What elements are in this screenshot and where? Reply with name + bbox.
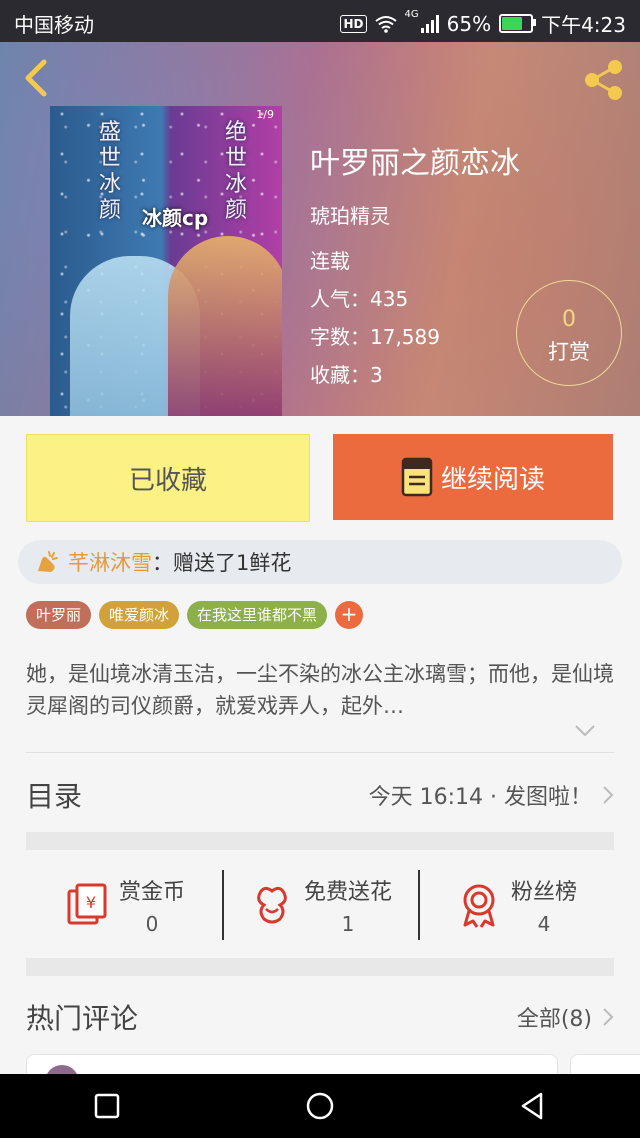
book-popularity: 人气：435 <box>310 287 409 311</box>
clock: 下午4:23 <box>541 13 626 37</box>
reward-label: 打赏 <box>548 340 590 364</box>
cover-figure-right <box>168 236 282 416</box>
book-word-count: 字数：17,589 <box>310 325 440 349</box>
flower-icon <box>257 886 287 924</box>
svg-text:¥: ¥ <box>86 893 96 912</box>
book-status: 连载 <box>310 249 350 273</box>
cover-text-right: 绝世冰颜 <box>224 120 247 223</box>
cover-text-left: 盛世冰颜 <box>98 120 121 223</box>
medal-icon <box>463 884 495 928</box>
battery-fill <box>502 17 522 30</box>
signal-icon <box>420 14 439 33</box>
catalog-row[interactable]: 目录 今天 16:14 · 发图啦！ <box>26 768 614 822</box>
gift-notice: 芊淋沐雪 ：赠送了1鲜花 <box>18 540 622 584</box>
book-cover[interactable]: 盛世冰颜 绝世冰颜 冰颜cp 1/9 <box>50 106 282 416</box>
gift-message: ：赠送了1鲜花 <box>152 551 292 575</box>
stat-coins[interactable]: ¥ 赏金币 0 <box>26 864 222 946</box>
stats-bar: ¥ 赏金币 0 免费送花 1 粉丝榜 4 <box>26 864 614 946</box>
back-nav-icon[interactable] <box>517 1090 549 1122</box>
stat-fans[interactable]: 粉丝榜 4 <box>418 864 614 946</box>
hd-icon: HD <box>340 14 367 33</box>
stat-value: 4 <box>537 912 551 936</box>
expand-chevron-icon[interactable] <box>574 724 596 738</box>
book-icon <box>401 457 433 497</box>
comments-all-link: 全部(8) <box>516 1007 592 1032</box>
comments-title: 热门评论 <box>26 1002 139 1035</box>
section-separator <box>26 832 614 850</box>
tag-list: 叶罗丽 唯爱颜冰 在我这里谁都不黑 + <box>26 601 364 629</box>
cover-text-middle: 冰颜cp <box>142 206 209 230</box>
carrier-name: 中国移动 <box>14 13 94 37</box>
catalog-latest: 今天 16:14 · 发图啦！ <box>368 785 592 810</box>
continue-reading-label: 继续阅读 <box>440 464 545 495</box>
cover-page-indicator: 1/9 <box>256 108 274 121</box>
favorited-label: 已收藏 <box>128 465 207 496</box>
wifi-icon <box>374 15 397 33</box>
reward-button[interactable]: 0 打赏 <box>516 280 622 386</box>
stat-label: 粉丝榜 <box>510 880 577 905</box>
section-separator <box>26 958 614 976</box>
reward-count: 0 <box>562 307 576 332</box>
stat-flowers[interactable]: 免费送花 1 <box>222 864 418 946</box>
chevron-right-icon <box>603 1008 614 1026</box>
stat-label: 赏金币 <box>118 880 185 905</box>
battery-icon <box>499 14 537 33</box>
system-nav-bar <box>0 1074 640 1138</box>
network-type: 4G <box>404 9 419 20</box>
home-icon[interactable] <box>304 1090 336 1122</box>
status-icons: HD 4G 65% 下午4:23 <box>340 9 626 38</box>
favorited-button[interactable]: 已收藏 <box>26 434 310 522</box>
gift-user[interactable]: 芊淋沐雪 <box>68 547 152 577</box>
book-favorites: 收藏：3 <box>310 363 383 387</box>
share-icon[interactable] <box>582 58 626 102</box>
status-bar: 中国移动 HD 4G 65% 下午4:23 <box>0 0 640 42</box>
stat-value: 1 <box>341 912 355 936</box>
stat-label: 免费送花 <box>303 880 392 905</box>
red-envelope-icon: ¥ <box>67 883 107 925</box>
book-description: 她，是仙境冰清玉洁，一尘不染的冰公主冰璃雪；而他，是仙境灵犀阁的司仪颜爵，就爱戏… <box>26 662 614 718</box>
book-author[interactable]: 琥珀精灵 <box>310 200 390 229</box>
stat-value: 0 <box>145 912 159 936</box>
tag-item[interactable]: 在我这里谁都不黑 <box>187 601 328 629</box>
recent-apps-icon[interactable] <box>91 1090 123 1122</box>
continue-reading-button[interactable]: 继续阅读 <box>333 434 613 520</box>
catalog-title: 目录 <box>26 780 83 813</box>
divider <box>26 752 614 753</box>
book-header: 盛世冰颜 绝世冰颜 冰颜cp 1/9 叶罗丽之颜恋冰 琥珀精灵 连载 人气：43… <box>0 42 640 416</box>
back-icon[interactable] <box>18 58 58 98</box>
clap-icon <box>38 551 58 572</box>
tag-item[interactable]: 唯爱颜冰 <box>99 601 180 629</box>
book-title: 叶罗丽之颜恋冰 <box>310 146 520 181</box>
add-tag-button[interactable]: + <box>335 601 364 629</box>
tag-item[interactable]: 叶罗丽 <box>26 601 92 629</box>
comments-header[interactable]: 热门评论 全部(8) <box>26 992 614 1042</box>
battery-percent: 65% <box>446 11 492 36</box>
chevron-right-icon <box>603 786 614 804</box>
